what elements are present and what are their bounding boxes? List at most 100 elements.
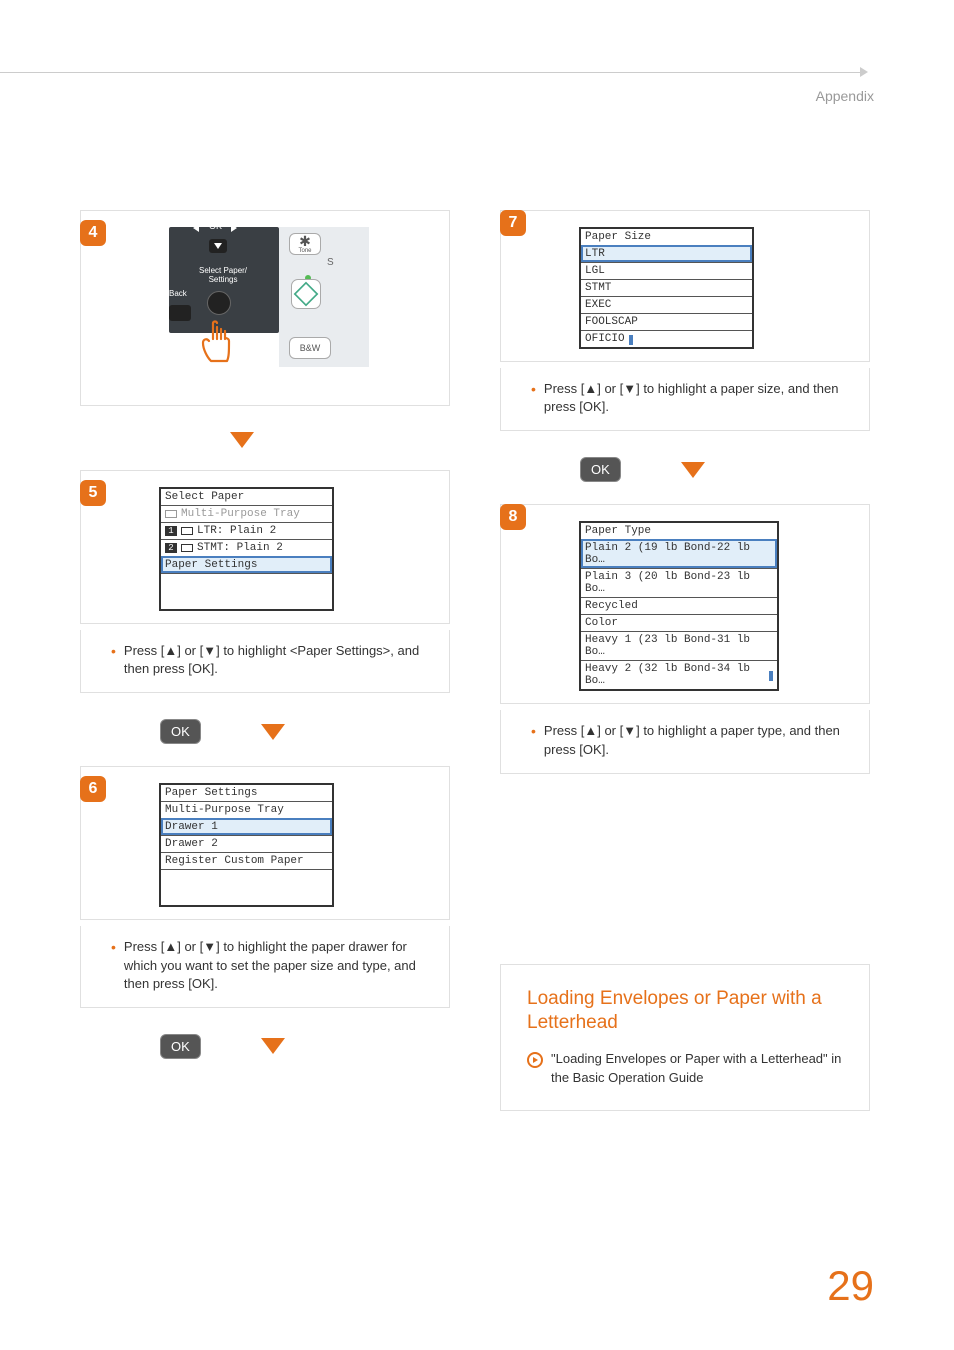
left-column: 4 OK Select Paper/ Settings Back <box>80 210 450 1111</box>
reference-arrow-icon <box>527 1052 543 1068</box>
press-hand-icon <box>197 319 237 367</box>
lcd-row: EXEC <box>581 296 752 313</box>
step-badge-4: 4 <box>80 220 106 246</box>
step-8: 8 Paper Type Plain 2 (19 lb Bond-22 lb B… <box>500 504 870 773</box>
start-key-icon <box>291 279 321 309</box>
lcd-row: Heavy 2 (32 lb Bond-34 lb Bo… <box>581 660 777 689</box>
instruction-text: Press [▲] or [▼] to highlight a paper si… <box>544 380 853 416</box>
lcd-text: LTR: Plain 2 <box>197 525 276 537</box>
scroll-indicator-icon <box>629 335 633 345</box>
lcd-text: Multi-Purpose Tray <box>181 508 300 520</box>
flow-arrow-icon <box>261 724 285 740</box>
ok-flow-row: OK <box>160 1034 450 1059</box>
step-badge-6: 6 <box>80 776 106 802</box>
lcd-paper-type: Paper Type Plain 2 (19 lb Bond-22 lb Bo…… <box>579 521 779 691</box>
lcd-row: Multi-Purpose Tray <box>161 801 332 818</box>
lcd-paper-settings: Paper Settings Multi-Purpose Tray Drawer… <box>159 783 334 907</box>
step-6-instruction: • Press [▲] or [▼] to highlight the pape… <box>80 926 450 1008</box>
step-badge-7: 7 <box>500 210 526 236</box>
lcd-select-paper: Select Paper Multi-Purpose Tray 1 LTR: P… <box>159 487 334 611</box>
step-5: 5 Select Paper Multi-Purpose Tray 1 LTR:… <box>80 470 450 693</box>
flow-arrow-icon <box>230 432 254 448</box>
lcd-row-drawer1: Drawer 1 <box>161 818 332 835</box>
down-arrow-key-icon <box>209 239 227 253</box>
lcd-row-stmt: 2 STMT: Plain 2 <box>161 539 332 556</box>
lcd-row: FOOLSCAP <box>581 313 752 330</box>
lcd-row: Recycled <box>581 597 777 614</box>
lcd-row: LGL <box>581 262 752 279</box>
step-6: 6 Paper Settings Multi-Purpose Tray Draw… <box>80 766 450 1008</box>
right-column: 7 Paper Size LTR LGL STMT EXEC FOOLSCAP … <box>500 210 870 1111</box>
bullet-icon: • <box>111 938 116 993</box>
drawer-2-icon: 2 <box>165 543 177 553</box>
back-label: Back <box>169 289 187 298</box>
lcd-row-empty <box>161 573 332 609</box>
select-paper-label: Select Paper/ Settings <box>199 267 247 285</box>
ok-flow-row: OK <box>580 457 870 482</box>
ok-key-icon: OK <box>580 457 621 482</box>
lcd-row: Plain 3 (20 lb Bond-23 lb Bo… <box>581 568 777 597</box>
lcd-row: Drawer 2 <box>161 835 332 852</box>
step-badge-8: 8 <box>500 504 526 530</box>
lcd-row: Register Custom Paper <box>161 852 332 869</box>
lcd-text: Heavy 2 (32 lb Bond-34 lb Bo… <box>585 663 765 687</box>
control-panel-figure: OK Select Paper/ Settings Back ✱ Tone <box>169 227 369 367</box>
step-5-illustration: Select Paper Multi-Purpose Tray 1 LTR: P… <box>80 470 450 624</box>
lcd-row: Color <box>581 614 777 631</box>
center-round-button-icon <box>207 291 231 315</box>
asterisk-icon: ✱ <box>299 234 311 248</box>
instruction-text: Press [▲] or [▼] to highlight <Paper Set… <box>124 642 433 678</box>
tray-icon <box>181 544 193 552</box>
header-arrow-icon <box>860 67 868 77</box>
drawer-1-icon: 1 <box>165 526 177 536</box>
scroll-indicator-icon <box>769 671 773 681</box>
lcd-row-plain2: Plain 2 (19 lb Bond-22 lb Bo… <box>581 539 777 568</box>
flow-arrow-icon <box>681 462 705 478</box>
step-8-illustration: Paper Type Plain 2 (19 lb Bond-22 lb Bo…… <box>500 504 870 704</box>
lcd-row-empty <box>161 869 332 905</box>
step-7: 7 Paper Size LTR LGL STMT EXEC FOOLSCAP … <box>500 210 870 431</box>
instruction-text: Press [▲] or [▼] to highlight a paper ty… <box>544 722 853 758</box>
callout-text: "Loading Envelopes or Paper with a Lette… <box>551 1050 847 1088</box>
diamond-start-icon <box>292 280 320 308</box>
lcd-paper-size: Paper Size LTR LGL STMT EXEC FOOLSCAP OF… <box>579 227 754 349</box>
header-rule <box>0 72 860 73</box>
bw-key: B&W <box>289 337 331 359</box>
ok-flow-row: OK <box>160 719 450 744</box>
step-7-illustration: Paper Size LTR LGL STMT EXEC FOOLSCAP OF… <box>500 210 870 362</box>
callout-box: Loading Envelopes or Paper with a Letter… <box>500 964 870 1111</box>
lcd-row: Heavy 1 (23 lb Bond-31 lb Bo… <box>581 631 777 660</box>
lcd-title: Paper Settings <box>161 785 332 801</box>
panel-ok-label: OK <box>209 221 222 231</box>
panel-dark-area: OK Select Paper/ Settings Back <box>169 227 279 333</box>
back-button-icon <box>169 305 191 321</box>
lcd-text: OFICIO <box>585 333 625 345</box>
step-5-instruction: • Press [▲] or [▼] to highlight <Paper S… <box>80 630 450 693</box>
step-8-instruction: • Press [▲] or [▼] to highlight a paper … <box>500 710 870 773</box>
step-4-illustration: OK Select Paper/ Settings Back ✱ Tone <box>80 210 450 406</box>
lcd-row-ltr: 1 LTR: Plain 2 <box>161 522 332 539</box>
callout-title: Loading Envelopes or Paper with a Letter… <box>527 987 847 1036</box>
tone-label: Tone <box>298 248 311 254</box>
step-badge-5: 5 <box>80 480 106 506</box>
tray-icon <box>165 510 177 518</box>
lcd-title: Select Paper <box>161 489 332 505</box>
ok-key-icon: OK <box>160 719 201 744</box>
left-arrow-icon <box>193 224 199 232</box>
lcd-row-paper-settings: Paper Settings <box>161 556 332 573</box>
lcd-title: Paper Type <box>581 523 777 539</box>
step-4: 4 OK Select Paper/ Settings Back <box>80 210 450 406</box>
bullet-icon: • <box>111 642 116 678</box>
right-arrow-icon <box>231 224 237 232</box>
tray-icon <box>181 527 193 535</box>
s-label: S <box>327 257 334 268</box>
step-6-illustration: Paper Settings Multi-Purpose Tray Drawer… <box>80 766 450 920</box>
step-7-instruction: • Press [▲] or [▼] to highlight a paper … <box>500 368 870 431</box>
lcd-text: STMT: Plain 2 <box>197 542 283 554</box>
tone-key: ✱ Tone <box>289 233 321 255</box>
page-number: 29 <box>827 1262 874 1310</box>
lcd-row: STMT <box>581 279 752 296</box>
bullet-icon: • <box>531 722 536 758</box>
lcd-row-ltr: LTR <box>581 245 752 262</box>
lcd-row-mp-tray: Multi-Purpose Tray <box>161 505 332 522</box>
